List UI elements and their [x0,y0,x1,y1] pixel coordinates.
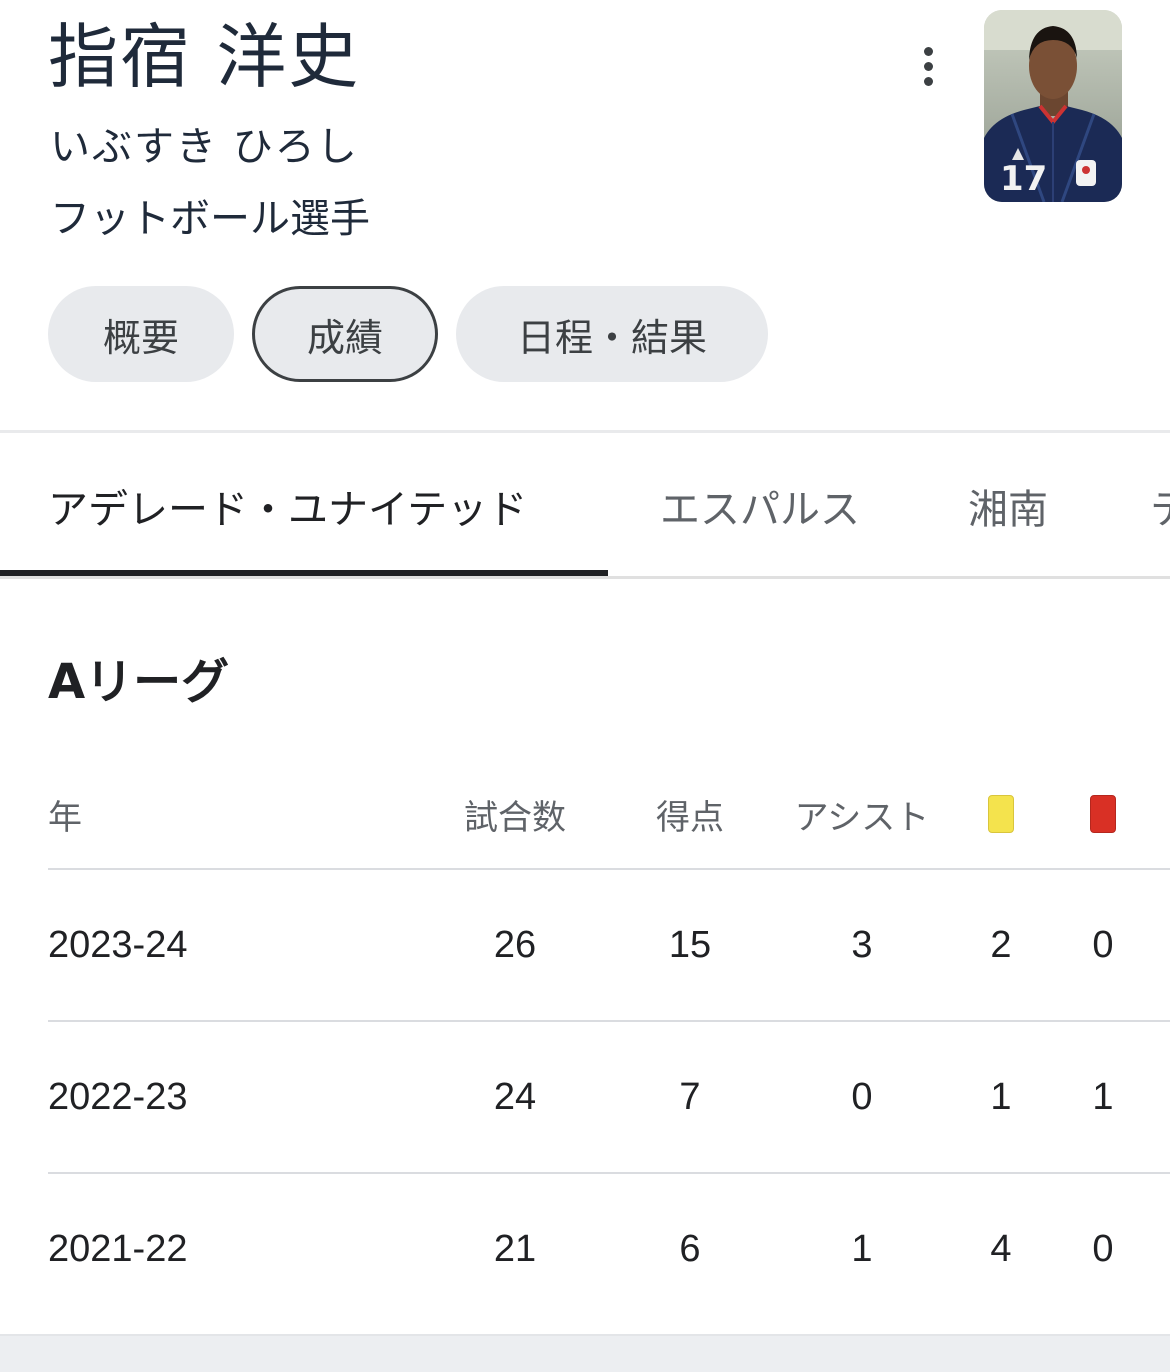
chip-overview[interactable]: 概要 [48,286,234,382]
column-header-assists: アシスト [794,797,930,838]
cell-yellow-cards: 4 [990,1227,1012,1270]
league-title: Aリーグ [48,654,230,710]
chip-stats[interactable]: 成績 [252,286,438,382]
cell-year: 2021-22 [48,1227,188,1270]
cell-goals: 7 [679,1075,701,1118]
player-name: 指宿 洋史 [48,16,361,98]
cell-assists: 0 [851,1075,873,1118]
tab-shonan[interactable]: 湘南 [968,433,1048,579]
table-row: 2022-23 24 7 0 1 1 [48,1020,1170,1172]
cell-goals: 6 [679,1227,701,1270]
player-name-reading: いぶすき ひろし [50,124,359,170]
table-row: 2023-24 26 15 3 2 0 [48,868,1170,1020]
cell-assists: 3 [851,923,873,966]
table-row: 2021-22 21 6 1 4 0 [48,1172,1170,1324]
column-header-red-cards [1072,760,1134,868]
chip-schedule-results[interactable]: 日程・結果 [456,286,768,382]
column-header-matches: 試合数 [464,797,566,838]
column-header-year: 年 [48,797,82,838]
tab-adelaide-united[interactable]: アデレード・ユナイテッド [48,433,527,579]
cell-red-cards: 0 [1092,923,1114,966]
cell-year: 2023-24 [48,923,188,966]
cell-red-cards: 0 [1092,1227,1114,1270]
cell-yellow-cards: 1 [990,1075,1012,1118]
team-tabs: アデレード・ユナイテッド エスパルス 湘南 テ [0,433,1170,579]
cell-red-cards: 1 [1092,1075,1114,1118]
cell-matches: 24 [493,1075,537,1118]
bottom-section-divider [0,1334,1170,1372]
cell-goals: 15 [668,923,712,966]
player-photo[interactable]: 17 [984,10,1122,202]
cell-assists: 1 [851,1227,873,1270]
cell-matches: 26 [493,923,537,966]
more-vert-icon [923,46,933,56]
cell-yellow-cards: 2 [990,923,1012,966]
jersey-number: 17 [1000,159,1047,199]
more-options-button[interactable] [904,38,952,94]
stats-header-row: 年 試合数 得点 アシスト [48,760,1170,868]
tabs-divider [0,576,1170,579]
column-header-goals: 得点 [656,797,724,838]
player-occupation: フットボール選手 [50,196,370,242]
stats-table: 年 試合数 得点 アシスト 2023-24 26 15 3 2 0 2022-2… [48,760,1170,1324]
tab-overflow[interactable]: テ [1150,433,1170,579]
tab-s-pulse[interactable]: エスパルス [660,433,860,579]
player-photo-image: 17 [984,10,1122,202]
column-header-yellow-cards [970,760,1032,868]
cell-year: 2022-23 [48,1075,188,1118]
red-card-icon [1090,795,1116,833]
yellow-card-icon [988,795,1014,833]
cell-matches: 21 [493,1227,537,1270]
